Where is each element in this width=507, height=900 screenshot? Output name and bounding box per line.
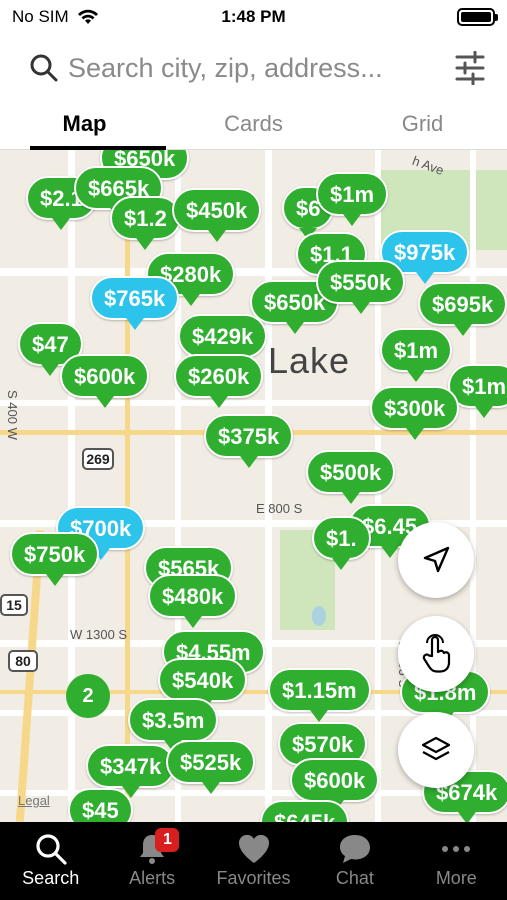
pond [312, 606, 326, 626]
alerts-badge: 1 [155, 828, 180, 852]
price-pin[interactable]: $1m [380, 328, 453, 382]
my-location-button[interactable] [398, 522, 474, 598]
tab-grid[interactable]: Grid [338, 100, 507, 149]
price-pin[interactable]: $347k [86, 744, 176, 798]
price-pin[interactable]: $695k [418, 282, 507, 336]
road [470, 150, 476, 822]
street-label: W 1300 S [70, 627, 128, 642]
chat-bubble-icon [339, 835, 370, 863]
hand-pointer-icon [422, 634, 451, 673]
route-shield: 269 [82, 448, 114, 470]
price-pin[interactable]: $750k [10, 532, 100, 586]
street-label: S 400 W [5, 390, 20, 440]
location-arrow-icon [423, 546, 450, 573]
price-pin[interactable]: $429k [178, 314, 268, 368]
price-pin-new[interactable]: $765k [90, 276, 180, 330]
status-bar: No SIM 1:48 PM [0, 0, 507, 34]
map-layers-button[interactable] [398, 712, 474, 788]
road [68, 150, 75, 822]
nav-label: Favorites [216, 868, 291, 888]
price-pin[interactable]: $450k [172, 188, 262, 242]
price-pin[interactable]: $600k [290, 758, 380, 812]
price-pin[interactable]: $1. [312, 516, 371, 570]
price-pin[interactable]: $540k [158, 658, 248, 712]
nav-chat[interactable]: Chat [304, 822, 405, 900]
layers-icon [421, 736, 451, 761]
view-tabs: Map Cards Grid [0, 100, 507, 150]
wifi-icon [77, 9, 98, 24]
price-pin[interactable]: $1m [316, 172, 389, 226]
heart-icon [238, 834, 269, 863]
battery-icon [457, 8, 498, 26]
nav-search[interactable]: Search [0, 822, 101, 900]
road [265, 150, 272, 822]
nav-label: More [435, 868, 477, 888]
price-pin[interactable]: $600k [60, 354, 150, 408]
route-shield: 15 [0, 594, 28, 616]
price-pin[interactable]: $45 [68, 788, 133, 822]
carrier-label: No SIM [12, 7, 69, 26]
price-pin[interactable]: $375k [204, 414, 294, 468]
nav-more[interactable]: More [406, 822, 507, 900]
nav-label: Alerts [129, 868, 176, 888]
price-pin[interactable]: $550k [316, 260, 406, 314]
filter-sliders-icon[interactable] [455, 51, 485, 85]
price-pin[interactable]: $645k [260, 800, 350, 822]
map-view[interactable]: h Ave S 400 W E 800 S W 1300 S S 900 E 2… [0, 150, 507, 822]
nav-label: Chat [335, 868, 374, 888]
street-label: E 800 S [256, 501, 303, 516]
city-label: Lake [268, 340, 351, 381]
search-icon [30, 54, 58, 82]
more-dots-icon [442, 846, 471, 852]
legal-link[interactable]: Legal [18, 793, 50, 808]
price-pin[interactable]: $1.2 [110, 196, 181, 250]
search-icon [36, 834, 67, 865]
price-pin[interactable]: $300k [370, 386, 460, 440]
price-pin[interactable]: $1.15m [268, 668, 371, 722]
price-pin[interactable]: $480k [148, 574, 238, 628]
route-shield: 80 [8, 650, 38, 672]
search-bar [0, 40, 507, 96]
nav-alerts[interactable]: 1 Alerts [101, 822, 202, 900]
nav-label: Search [22, 868, 80, 888]
tab-map[interactable]: Map [0, 100, 169, 149]
bottom-tab-bar: Search 1 Alerts Favorites Chat More [0, 822, 507, 900]
cluster-marker[interactable]: 2 [66, 674, 110, 718]
search-input[interactable] [68, 52, 455, 84]
price-pin[interactable]: $500k [306, 450, 396, 504]
price-pin[interactable]: $525k [166, 740, 256, 794]
price-pin[interactable]: $260k [174, 354, 264, 408]
draw-on-map-button[interactable] [398, 616, 474, 692]
price-pin[interactable]: $3.5m [128, 698, 219, 752]
tab-cards[interactable]: Cards [169, 100, 338, 149]
nav-favorites[interactable]: Favorites [203, 822, 304, 900]
